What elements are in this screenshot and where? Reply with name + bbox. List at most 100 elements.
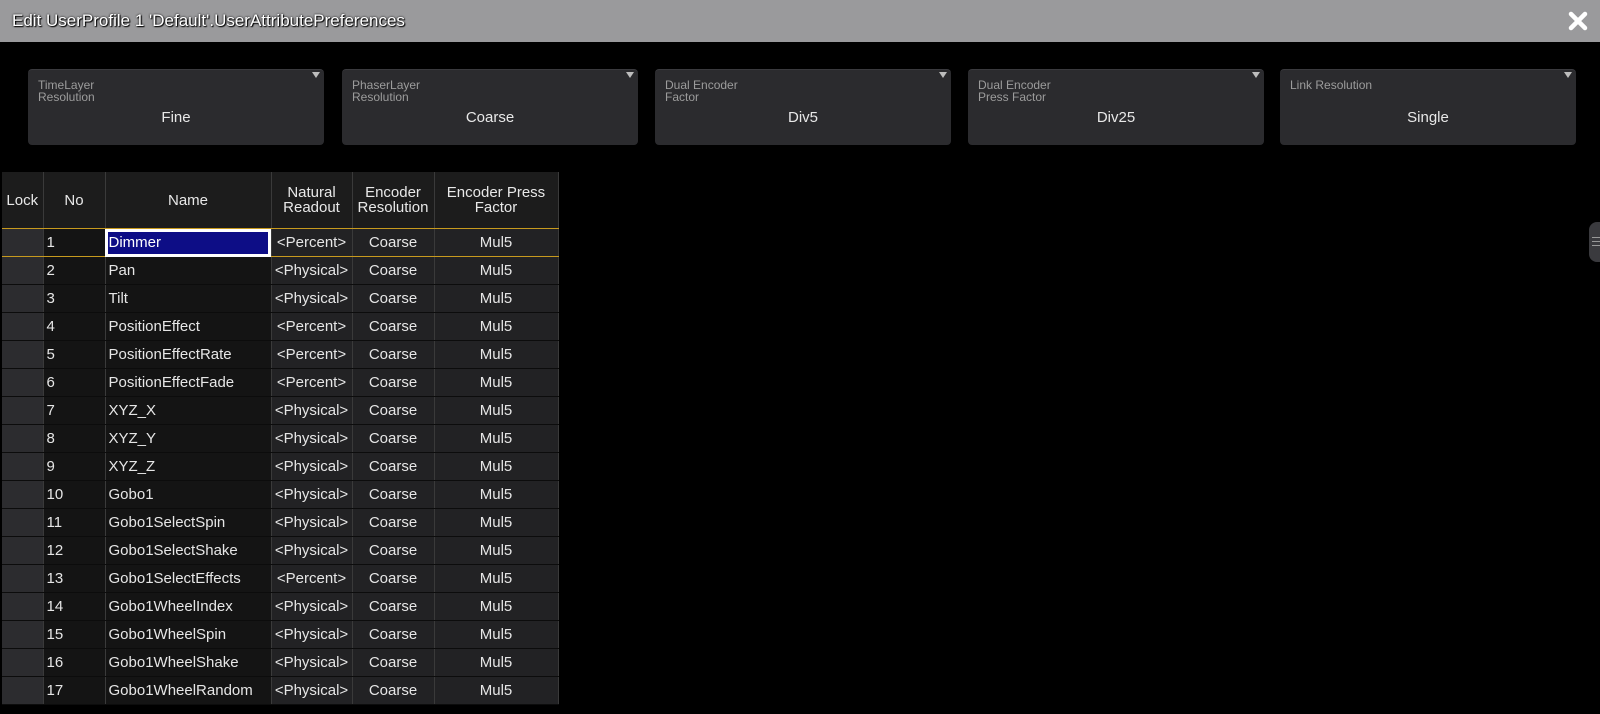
encoder-press-factor-cell[interactable]: Mul5 <box>434 480 559 509</box>
encoder-resolution-cell[interactable]: Coarse <box>352 228 435 257</box>
column-header-no[interactable]: No <box>43 172 106 229</box>
encoder-press-factor-cell[interactable]: Mul5 <box>434 564 559 593</box>
natural-readout-cell[interactable]: <Physical> <box>271 256 353 285</box>
timelayer-resolution-button[interactable]: TimeLayer Resolution Fine <box>28 69 324 145</box>
table-row[interactable]: 10 Gobo1 <Physical> Coarse Mul5 <box>2 480 559 509</box>
encoder-resolution-cell[interactable]: Coarse <box>352 592 435 621</box>
name-cell[interactable]: Dimmer <box>105 228 272 257</box>
encoder-press-factor-cell[interactable]: Mul5 <box>434 592 559 621</box>
encoder-resolution-cell[interactable]: Coarse <box>352 284 435 313</box>
name-cell[interactable]: XYZ_Y <box>105 424 272 453</box>
encoder-press-factor-cell[interactable]: Mul5 <box>434 452 559 481</box>
lock-cell[interactable] <box>2 396 44 425</box>
lock-cell[interactable] <box>2 424 44 453</box>
name-cell[interactable]: Gobo1WheelShake <box>105 648 272 677</box>
lock-cell[interactable] <box>2 284 44 313</box>
no-cell[interactable]: 10 <box>43 480 106 509</box>
name-cell[interactable]: Tilt <box>105 284 272 313</box>
name-cell[interactable]: Gobo1WheelIndex <box>105 592 272 621</box>
encoder-press-factor-cell[interactable]: Mul5 <box>434 256 559 285</box>
lock-cell[interactable] <box>2 452 44 481</box>
encoder-press-factor-cell[interactable]: Mul5 <box>434 424 559 453</box>
name-cell[interactable]: XYZ_X <box>105 396 272 425</box>
natural-readout-cell[interactable]: <Physical> <box>271 424 353 453</box>
no-cell[interactable]: 16 <box>43 648 106 677</box>
natural-readout-cell[interactable]: <Percent> <box>271 564 353 593</box>
no-cell[interactable]: 1 <box>43 228 106 257</box>
natural-readout-cell[interactable]: <Physical> <box>271 536 353 565</box>
encoder-press-factor-cell[interactable]: Mul5 <box>434 228 559 257</box>
name-cell[interactable]: Pan <box>105 256 272 285</box>
encoder-press-factor-cell[interactable]: Mul5 <box>434 508 559 537</box>
name-cell[interactable]: Gobo1WheelRandom <box>105 676 272 705</box>
table-row[interactable]: 7 XYZ_X <Physical> Coarse Mul5 <box>2 396 559 425</box>
natural-readout-cell[interactable]: <Physical> <box>271 676 353 705</box>
lock-cell[interactable] <box>2 676 44 705</box>
encoder-resolution-cell[interactable]: Coarse <box>352 312 435 341</box>
encoder-resolution-cell[interactable]: Coarse <box>352 368 435 397</box>
no-cell[interactable]: 9 <box>43 452 106 481</box>
encoder-press-factor-cell[interactable]: Mul5 <box>434 676 559 705</box>
no-cell[interactable]: 2 <box>43 256 106 285</box>
no-cell[interactable]: 7 <box>43 396 106 425</box>
name-cell[interactable]: Gobo1SelectEffects <box>105 564 272 593</box>
table-row[interactable]: 3 Tilt <Physical> Coarse Mul5 <box>2 284 559 313</box>
no-cell[interactable]: 15 <box>43 620 106 649</box>
no-cell[interactable]: 14 <box>43 592 106 621</box>
lock-cell[interactable] <box>2 480 44 509</box>
dual-encoder-press-factor-button[interactable]: Dual Encoder Press Factor Div25 <box>968 69 1264 145</box>
table-row[interactable]: 8 XYZ_Y <Physical> Coarse Mul5 <box>2 424 559 453</box>
table-row[interactable]: 9 XYZ_Z <Physical> Coarse Mul5 <box>2 452 559 481</box>
lock-cell[interactable] <box>2 340 44 369</box>
natural-readout-cell[interactable]: <Physical> <box>271 396 353 425</box>
lock-cell[interactable] <box>2 312 44 341</box>
encoder-press-factor-cell[interactable]: Mul5 <box>434 340 559 369</box>
name-cell[interactable]: Gobo1 <box>105 480 272 509</box>
no-cell[interactable]: 8 <box>43 424 106 453</box>
natural-readout-cell[interactable]: <Physical> <box>271 452 353 481</box>
name-cell[interactable]: Gobo1SelectShake <box>105 536 272 565</box>
encoder-resolution-cell[interactable]: Coarse <box>352 620 435 649</box>
table-row[interactable]: 11 Gobo1SelectSpin <Physical> Coarse Mul5 <box>2 508 559 537</box>
encoder-resolution-cell[interactable]: Coarse <box>352 340 435 369</box>
encoder-resolution-cell[interactable]: Coarse <box>352 452 435 481</box>
natural-readout-cell[interactable]: <Physical> <box>271 620 353 649</box>
encoder-press-factor-cell[interactable]: Mul5 <box>434 368 559 397</box>
link-resolution-button[interactable]: Link Resolution Single <box>1280 69 1576 145</box>
natural-readout-cell[interactable]: <Physical> <box>271 284 353 313</box>
no-cell[interactable]: 5 <box>43 340 106 369</box>
close-button[interactable] <box>1564 7 1592 35</box>
lock-cell[interactable] <box>2 592 44 621</box>
encoder-press-factor-cell[interactable]: Mul5 <box>434 284 559 313</box>
lock-cell[interactable] <box>2 620 44 649</box>
encoder-resolution-cell[interactable]: Coarse <box>352 536 435 565</box>
lock-cell[interactable] <box>2 508 44 537</box>
encoder-resolution-cell[interactable]: Coarse <box>352 508 435 537</box>
no-cell[interactable]: 6 <box>43 368 106 397</box>
name-cell[interactable]: Gobo1SelectSpin <box>105 508 272 537</box>
name-cell[interactable]: PositionEffectFade <box>105 368 272 397</box>
encoder-resolution-cell[interactable]: Coarse <box>352 256 435 285</box>
table-row[interactable]: 12 Gobo1SelectShake <Physical> Coarse Mul5 <box>2 536 559 565</box>
encoder-press-factor-cell[interactable]: Mul5 <box>434 396 559 425</box>
encoder-resolution-cell[interactable]: Coarse <box>352 564 435 593</box>
name-cell[interactable]: PositionEffect <box>105 312 272 341</box>
phaserlayer-resolution-button[interactable]: PhaserLayer Resolution Coarse <box>342 69 638 145</box>
encoder-resolution-cell[interactable]: Coarse <box>352 480 435 509</box>
table-row[interactable]: 1 Dimmer <Percent> Coarse Mul5 <box>2 228 559 257</box>
table-row[interactable]: 14 Gobo1WheelIndex <Physical> Coarse Mul5 <box>2 592 559 621</box>
natural-readout-cell[interactable]: <Physical> <box>271 508 353 537</box>
natural-readout-cell[interactable]: <Physical> <box>271 648 353 677</box>
lock-cell[interactable] <box>2 648 44 677</box>
no-cell[interactable]: 11 <box>43 508 106 537</box>
lock-cell[interactable] <box>2 256 44 285</box>
encoder-press-factor-cell[interactable]: Mul5 <box>434 648 559 677</box>
encoder-press-factor-cell[interactable]: Mul5 <box>434 536 559 565</box>
table-row[interactable]: 17 Gobo1WheelRandom <Physical> Coarse Mul5 <box>2 676 559 705</box>
lock-cell[interactable] <box>2 536 44 565</box>
no-cell[interactable]: 13 <box>43 564 106 593</box>
name-cell[interactable]: Gobo1WheelSpin <box>105 620 272 649</box>
natural-readout-cell[interactable]: <Percent> <box>271 228 353 257</box>
encoder-resolution-cell[interactable]: Coarse <box>352 676 435 705</box>
no-cell[interactable]: 3 <box>43 284 106 313</box>
